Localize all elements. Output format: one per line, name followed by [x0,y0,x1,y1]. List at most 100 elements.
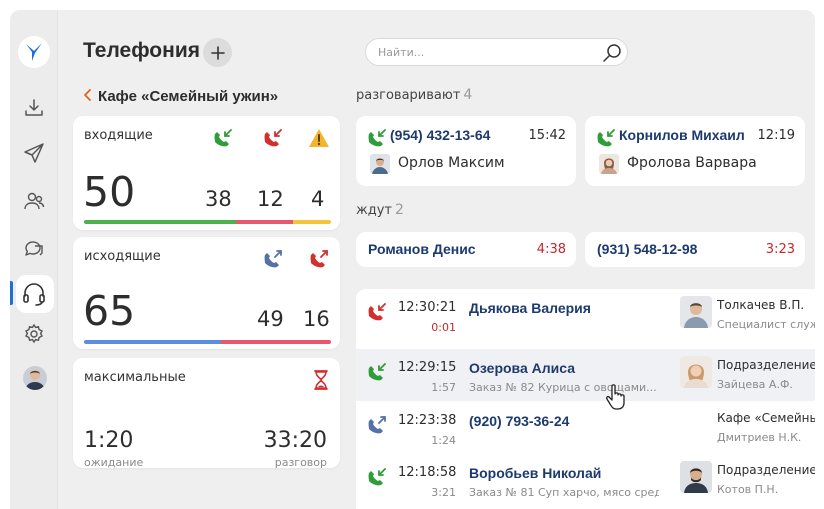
app-window: Телефония Кафе «Семейный ужин» входящие [10,10,815,509]
incoming-label: входящие [84,128,153,143]
outgoing-missed: 16 [303,307,330,331]
call-history-row[interactable]: 12:29:15 1:57 Озерова Алиса Заказ № 82 К… [356,349,815,401]
headset-icon[interactable] [21,281,47,307]
talking-count: 4 [463,87,473,103]
incoming-answered: 38 [205,187,232,211]
talking-duration: 15:42 [528,128,566,143]
outgoing-call-icon [260,246,286,272]
search-icon[interactable] [600,41,624,69]
max-talk-label: разговор [274,456,327,469]
call-history-row[interactable]: 12:18:58 3:21 Воробьев Николай Заказ № 8… [356,454,815,506]
page-title: Телефония [83,39,200,62]
call-duration: 1:57 [431,381,456,394]
download-icon[interactable] [21,95,47,121]
breadcrumb-current: Кафе «Семейный ужин» [98,88,279,105]
waiting-card[interactable]: Романов Денис 4:38 [356,232,576,267]
missed-call-icon [260,125,286,151]
call-duration: 1:24 [431,434,456,447]
agent-avatar [680,356,712,388]
incoming-missed: 12 [257,187,284,211]
incoming-call-icon [365,360,389,384]
agent-avatar [599,154,619,174]
agent-role: Дмитриев Н.К. [717,431,802,444]
call-history-row[interactable]: 12:23:38 1:24 (920) 793-36-24 Кафе «Семе… [356,402,815,454]
contacts-icon[interactable] [21,188,47,214]
talking-duration: 12:19 [757,128,795,143]
agent-name: Кафе «Семейны [717,411,815,425]
outgoing-answered: 49 [257,307,284,331]
logo[interactable] [18,36,50,68]
outgoing-failed-icon [306,246,332,272]
call-time: 12:23:38 [398,413,457,428]
warning-icon [306,125,332,151]
logo-icon [26,43,42,61]
max-talk-value: 33:20 [263,428,327,453]
talking-card[interactable]: Корнилов Михаил 12:19 Фролова Варвара [585,116,805,186]
call-time: 12:30:21 [398,300,457,315]
incoming-call-icon [210,125,236,151]
incoming-bar-warnings [293,220,331,224]
plus-icon [210,45,225,60]
incoming-total: 50 [83,168,136,216]
incoming-call-icon [595,127,617,153]
agent-avatar [680,461,712,493]
agent-name: Подразделение до [717,463,815,477]
search-box[interactable] [365,38,628,66]
outgoing-bar-answered [84,340,221,344]
agent-name: Толкачев В.П. [717,298,805,312]
waiting-duration: 3:23 [765,242,795,257]
hourglass-icon [308,367,334,393]
call-history-list: 12:30:21 0:01 Дьякова Валерия Толкачев В… [356,289,815,509]
call-time: 12:18:58 [398,465,457,480]
waiting-duration: 4:38 [536,242,566,257]
caller-name[interactable]: Воробьев Николай [469,465,601,481]
call-duration: 0:01 [431,321,456,334]
search-input[interactable] [378,44,598,61]
talking-agent: Фролова Варвара [627,155,757,171]
maximums-card[interactable]: максимальные 1:20 ожидание 33:20 разгово… [73,358,340,469]
incoming-bar-answered [84,220,236,224]
gear-icon[interactable] [21,321,47,347]
call-order-note: Заказ № 81 Суп харчо, мясо сред... [469,486,659,499]
agent-role: Котов П.Н. [717,483,779,496]
incoming-bar-missed [236,220,293,224]
waiting-caller: Романов Денис [368,241,476,257]
caller-name[interactable]: (920) 793-36-24 [469,413,569,429]
agent-avatar [680,296,712,328]
outgoing-bar-missed [221,340,331,344]
chevron-left-icon[interactable] [82,87,92,106]
incoming-call-icon [365,465,389,489]
incoming-stats-card[interactable]: входящие 50 38 12 4 [73,116,340,230]
caller-name[interactable]: Озерова Алиса [469,360,575,376]
talking-agent: Орлов Максим [398,155,505,171]
add-button[interactable] [203,38,232,67]
outgoing-progress-bar [84,340,331,344]
talking-card[interactable]: (954) 432-13-64 15:42 Орлов Максим [356,116,576,186]
caller-name[interactable]: Дьякова Валерия [469,300,591,316]
call-history-row[interactable]: 12:30:21 0:01 Дьякова Валерия Толкачев В… [356,289,815,341]
talking-caller: Корнилов Михаил [619,127,745,143]
agent-role: Зайцева А.Ф. [717,378,793,391]
waiting-section-label: ждут 2 [356,202,404,218]
incoming-warnings: 4 [311,187,325,211]
waiting-label: ждут [356,203,392,218]
agent-name: Подразделение д [717,358,815,372]
talking-caller: (954) 432-13-64 [390,127,491,143]
chat-icon[interactable] [21,235,47,261]
waiting-caller: (931) 548-12-98 [597,241,698,257]
incoming-call-icon [366,127,388,153]
waiting-count: 2 [394,202,404,218]
talking-section-label: разговаривают 4 [356,87,472,103]
incoming-progress-bar [84,220,331,224]
user-avatar[interactable] [23,366,47,390]
waiting-card[interactable]: (931) 548-12-98 3:23 [585,232,805,267]
send-icon[interactable] [21,140,47,166]
max-wait-value: 1:20 [84,428,134,453]
outgoing-total: 65 [83,287,136,335]
outgoing-label: исходящие [84,249,161,264]
call-time: 12:29:15 [398,360,457,375]
nav-active-indicator [10,281,13,305]
outgoing-stats-card[interactable]: исходящие 65 49 16 [73,237,340,349]
talking-label: разговаривают [356,88,461,103]
outgoing-call-icon [365,413,389,437]
